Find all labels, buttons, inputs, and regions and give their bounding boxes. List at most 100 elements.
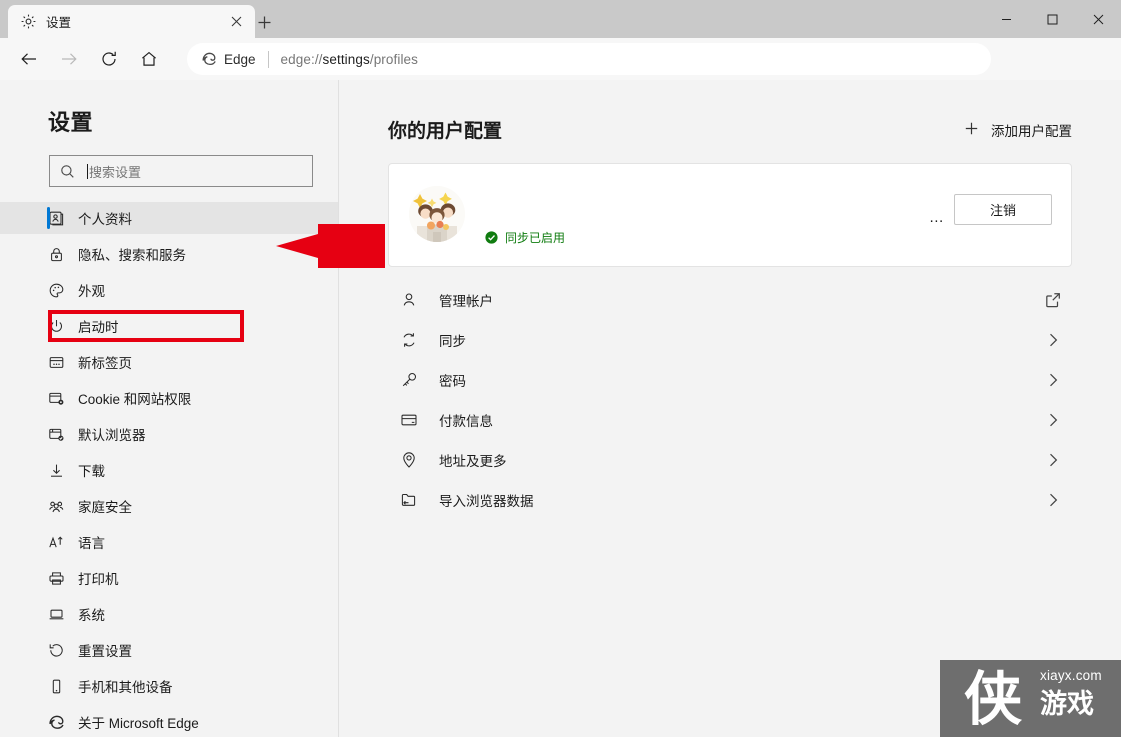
- xiayx-sub: 游戏: [1040, 689, 1094, 719]
- forward-arrow-icon[interactable]: [52, 42, 86, 76]
- list-item-import-browser-data[interactable]: 导入浏览器数据: [388, 480, 1072, 520]
- browser-tab-settings[interactable]: 设置: [8, 5, 255, 38]
- sidebar-item-label: 打印机: [78, 572, 119, 587]
- newtab-icon: [48, 354, 65, 371]
- profile-options-list: 管理帐户 同步 密码 付款信息 地址及更多 导入浏览器数据: [388, 280, 1072, 520]
- sidebar-item-label: 默认浏览器: [78, 428, 146, 443]
- sidebar-item-privacy-search-services[interactable]: 隐私、搜索和服务: [0, 238, 339, 270]
- key-icon: [400, 371, 418, 389]
- sidebar-item-family-safety[interactable]: 家庭安全: [0, 490, 339, 522]
- xiayx-url: xiayx.com: [1040, 668, 1102, 683]
- address-bar[interactable]: Edge edge://settings/profiles: [187, 43, 991, 75]
- page-title: 设置: [48, 110, 94, 135]
- list-item-label: 导入浏览器数据: [439, 494, 534, 509]
- chevron-right-icon: [1044, 451, 1062, 469]
- list-item-manage-account[interactable]: 管理帐户: [388, 280, 1072, 320]
- chevron-right-icon: [1044, 331, 1062, 349]
- list-item-addresses-and-more[interactable]: 地址及更多: [388, 440, 1072, 480]
- sidebar-item-appearance[interactable]: 外观: [0, 274, 339, 306]
- sidebar-item-cookies-site-permissions[interactable]: Cookie 和网站权限: [0, 382, 339, 414]
- cookie-permissions-icon: [48, 390, 65, 407]
- plus-icon: [964, 121, 979, 139]
- signout-button[interactable]: 注销: [954, 194, 1052, 225]
- sidebar-item-downloads[interactable]: 下载: [0, 454, 339, 486]
- person-icon: [400, 291, 418, 309]
- sidebar-item-reset-settings[interactable]: 重置设置: [0, 634, 339, 666]
- browser-toolbar: Edge edge://settings/profiles: [0, 38, 1121, 113]
- title-bar: 设置: [0, 0, 1121, 38]
- sidebar-item-printers[interactable]: 打印机: [0, 562, 339, 594]
- sidebar-item-default-browser[interactable]: 默认浏览器: [0, 418, 339, 450]
- signout-label: 注销: [989, 203, 1016, 218]
- window-close-icon[interactable]: [1075, 0, 1121, 38]
- system-icon: [48, 606, 65, 623]
- list-item-sync[interactable]: 同步: [388, 320, 1072, 360]
- list-item-label: 地址及更多: [439, 454, 507, 469]
- list-item-label: 管理帐户: [439, 294, 493, 309]
- list-item-payment-info[interactable]: 付款信息: [388, 400, 1072, 440]
- avatar: [409, 186, 465, 242]
- search-input[interactable]: 搜索设置: [49, 155, 313, 187]
- sidebar-item-label: 重置设置: [78, 644, 132, 659]
- import-icon: [400, 491, 418, 509]
- list-item-label: 密码: [439, 374, 466, 389]
- content-header: 你的用户配置 添加用户配置: [388, 116, 1072, 143]
- sidebar-item-label: 隐私、搜索和服务: [78, 248, 186, 263]
- close-icon[interactable]: [225, 11, 247, 33]
- xiayx-watermark: 侠 xiayx.com 游戏: [940, 660, 1121, 737]
- reset-icon: [48, 642, 65, 659]
- chevron-right-icon: [1044, 371, 1062, 389]
- sidebar-item-on-startup[interactable]: 启动时: [0, 310, 339, 342]
- profile-icon: [48, 210, 65, 227]
- location-pin-icon: [400, 451, 418, 469]
- profile-more-menu-icon[interactable]: …: [924, 207, 950, 227]
- sidebar-item-label: Cookie 和网站权限: [78, 392, 192, 407]
- sync-icon: [400, 331, 418, 349]
- sidebar-item-languages[interactable]: 语言: [0, 526, 339, 558]
- maximize-icon[interactable]: [1029, 0, 1075, 38]
- settings-nav-list: 个人资料 隐私、搜索和服务 外观 启动时 新标签页 Cookie 和网站权限 默…: [0, 202, 339, 737]
- check-circle-icon: [485, 231, 498, 244]
- search-icon: [60, 164, 75, 179]
- external-link-icon: [1044, 291, 1062, 309]
- add-profile-button[interactable]: 添加用户配置: [964, 120, 1072, 140]
- sidebar-item-label: 手机和其他设备: [78, 680, 173, 695]
- edge-brand-badge: Edge: [201, 51, 256, 67]
- minimize-icon[interactable]: [983, 0, 1029, 38]
- palette-icon: [48, 282, 65, 299]
- settings-sidebar: 设置 搜索设置 个人资料 隐私、搜索和服务 外观 启动时 新标签页 Cookie…: [0, 80, 339, 737]
- sidebar-item-label: 语言: [78, 536, 105, 551]
- sidebar-item-about-edge[interactable]: 关于 Microsoft Edge: [0, 706, 339, 737]
- sidebar-item-label: 家庭安全: [78, 500, 132, 515]
- edge-brand-label: Edge: [224, 51, 256, 67]
- content-title: 你的用户配置: [388, 121, 503, 142]
- sidebar-item-phone-other-devices[interactable]: 手机和其他设备: [0, 670, 339, 702]
- phone-icon: [48, 678, 65, 695]
- sync-status-label: 同步已启用: [505, 231, 566, 245]
- profile-card: 同步已启用 … 注销: [388, 163, 1072, 267]
- family-safety-icon: [48, 498, 65, 515]
- edge-logo-icon: [201, 51, 217, 67]
- sidebar-item-system[interactable]: 系统: [0, 598, 339, 630]
- power-icon: [48, 318, 65, 335]
- url-text: edge://settings/profiles: [280, 51, 419, 67]
- sidebar-item-label: 关于 Microsoft Edge: [78, 716, 199, 731]
- chevron-right-icon: [1044, 411, 1062, 429]
- text-caret: [87, 163, 88, 179]
- sidebar-item-profile[interactable]: 个人资料: [0, 202, 339, 234]
- sidebar-item-new-tab-page[interactable]: 新标签页: [0, 346, 339, 378]
- list-item-label: 付款信息: [439, 414, 493, 429]
- sidebar-item-label: 外观: [78, 284, 105, 299]
- back-arrow-icon[interactable]: [12, 42, 46, 76]
- add-profile-label: 添加用户配置: [991, 123, 1072, 139]
- xiayx-char: 侠: [963, 665, 1022, 733]
- new-tab-button[interactable]: [250, 9, 278, 35]
- settings-content: 你的用户配置 添加用户配置 同步已启用 … 注销 管理帐户 同步 密码 付款信息…: [339, 80, 1121, 737]
- avatar-image: [409, 186, 465, 242]
- sidebar-item-label: 系统: [78, 608, 105, 623]
- list-item-passwords[interactable]: 密码: [388, 360, 1072, 400]
- home-icon[interactable]: [132, 42, 166, 76]
- sidebar-item-label: 下载: [78, 464, 105, 479]
- refresh-icon[interactable]: [92, 42, 126, 76]
- printer-icon: [48, 570, 65, 587]
